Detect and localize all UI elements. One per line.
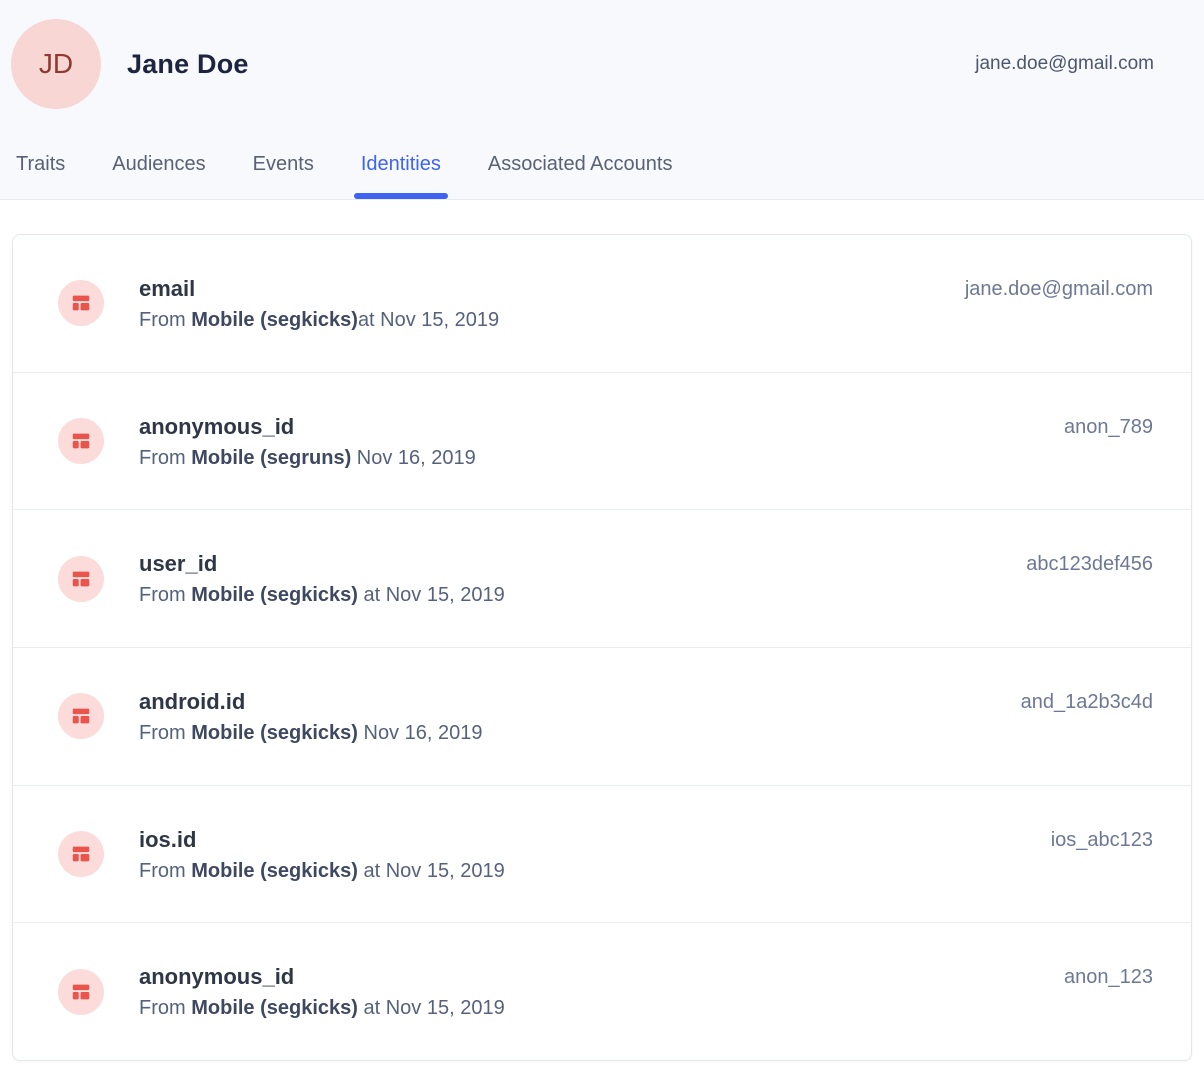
identity-row: emailFrom Mobile (segkicks)at Nov 15, 20… <box>13 235 1191 372</box>
identity-value: anon_789 <box>1064 412 1153 442</box>
identity-row: anonymous_idFrom Mobile (segkicks) at No… <box>13 922 1191 1060</box>
avatar-initials: JD <box>39 48 73 80</box>
profile-header-top: JD Jane Doe jane.doe@gmail.com <box>0 0 1204 109</box>
identity-row: android.idFrom Mobile (segkicks) Nov 16,… <box>13 647 1191 785</box>
main-content: emailFrom Mobile (segkicks)at Nov 15, 20… <box>0 200 1204 1084</box>
identity-value: abc123def456 <box>1026 549 1153 579</box>
tab-label: Events <box>253 153 314 175</box>
source-date: at Nov 15, 2019 <box>358 997 505 1019</box>
source-from-label: From <box>139 722 191 744</box>
layout-icon <box>70 705 92 727</box>
identity-value: anon_123 <box>1064 962 1153 992</box>
identity-icon-badge <box>58 280 104 326</box>
source-from-label: From <box>139 997 191 1019</box>
identity-text: ios.idFrom Mobile (segkicks) at Nov 15, … <box>139 823 505 886</box>
tab-audiences[interactable]: Audiences <box>112 140 205 199</box>
layout-icon <box>70 568 92 590</box>
layout-icon <box>70 843 92 865</box>
source-from-label: From <box>139 860 191 882</box>
identity-name: ios.id <box>139 823 505 856</box>
identity-icon-badge <box>58 556 104 602</box>
source-date: at Nov 15, 2019 <box>358 584 505 606</box>
source-name: Mobile (segkicks) <box>191 997 358 1019</box>
identity-source-line: From Mobile (segkicks) at Nov 15, 2019 <box>139 580 505 610</box>
identity-source-line: From Mobile (segruns) Nov 16, 2019 <box>139 443 476 473</box>
source-from-label: From <box>139 447 191 469</box>
tab-label: Traits <box>16 153 65 175</box>
identity-icon-badge <box>58 418 104 464</box>
identity-row: user_idFrom Mobile (segkicks) at Nov 15,… <box>13 509 1191 647</box>
source-from-label: From <box>139 584 191 606</box>
source-from-label: From <box>139 309 191 331</box>
identity-icon-badge <box>58 969 104 1015</box>
source-name: Mobile (segkicks) <box>191 309 358 331</box>
tab-events[interactable]: Events <box>253 140 314 199</box>
identity-row: anonymous_idFrom Mobile (segruns) Nov 16… <box>13 372 1191 510</box>
tab-bar: Traits Audiences Events Identities Associate… <box>0 140 1204 199</box>
identity-name: anonymous_id <box>139 960 505 993</box>
identity-text: anonymous_idFrom Mobile (segkicks) at No… <box>139 960 505 1023</box>
identity-value: and_1a2b3c4d <box>1021 687 1153 717</box>
identity-icon-badge <box>58 693 104 739</box>
identity-value: jane.doe@gmail.com <box>965 274 1153 304</box>
identity-source-line: From Mobile (segkicks)at Nov 15, 2019 <box>139 305 499 335</box>
identity-text: emailFrom Mobile (segkicks)at Nov 15, 20… <box>139 272 499 335</box>
source-date: Nov 16, 2019 <box>358 722 483 744</box>
source-date: at Nov 15, 2019 <box>358 860 505 882</box>
identity-source-line: From Mobile (segkicks) Nov 16, 2019 <box>139 718 482 748</box>
avatar: JD <box>11 19 101 109</box>
identity-name: anonymous_id <box>139 410 476 443</box>
source-name: Mobile (segkicks) <box>191 860 358 882</box>
identity-row: ios.idFrom Mobile (segkicks) at Nov 15, … <box>13 785 1191 923</box>
identity-source-line: From Mobile (segkicks) at Nov 15, 2019 <box>139 993 505 1023</box>
layout-icon <box>70 292 92 314</box>
tab-identities[interactable]: Identities <box>361 140 441 199</box>
identity-icon-badge <box>58 831 104 877</box>
identity-name: android.id <box>139 685 482 718</box>
identity-name: user_id <box>139 547 505 580</box>
header-email: jane.doe@gmail.com <box>975 53 1154 75</box>
identity-source-line: From Mobile (segkicks) at Nov 15, 2019 <box>139 856 505 886</box>
identity-text: anonymous_idFrom Mobile (segruns) Nov 16… <box>139 410 476 473</box>
tab-label: Audiences <box>112 153 205 175</box>
identity-text: user_idFrom Mobile (segkicks) at Nov 15,… <box>139 547 505 610</box>
tab-traits[interactable]: Traits <box>16 140 65 199</box>
page-title: Jane Doe <box>127 49 249 80</box>
tab-associated-accounts[interactable]: Associated Accounts <box>488 140 673 199</box>
source-name: Mobile (segkicks) <box>191 722 358 744</box>
identities-card: emailFrom Mobile (segkicks)at Nov 15, 20… <box>12 234 1192 1061</box>
identity-name: email <box>139 272 499 305</box>
layout-icon <box>70 430 92 452</box>
source-name: Mobile (segruns) <box>191 447 351 469</box>
source-date: Nov 16, 2019 <box>351 447 476 469</box>
source-name: Mobile (segkicks) <box>191 584 358 606</box>
tab-label: Associated Accounts <box>488 153 673 175</box>
identity-text: android.idFrom Mobile (segkicks) Nov 16,… <box>139 685 482 748</box>
profile-header: JD Jane Doe jane.doe@gmail.com Traits Aud… <box>0 0 1204 200</box>
layout-icon <box>70 981 92 1003</box>
tab-label: Identities <box>361 153 441 175</box>
identity-value: ios_abc123 <box>1051 825 1153 855</box>
source-date: at Nov 15, 2019 <box>358 309 499 331</box>
